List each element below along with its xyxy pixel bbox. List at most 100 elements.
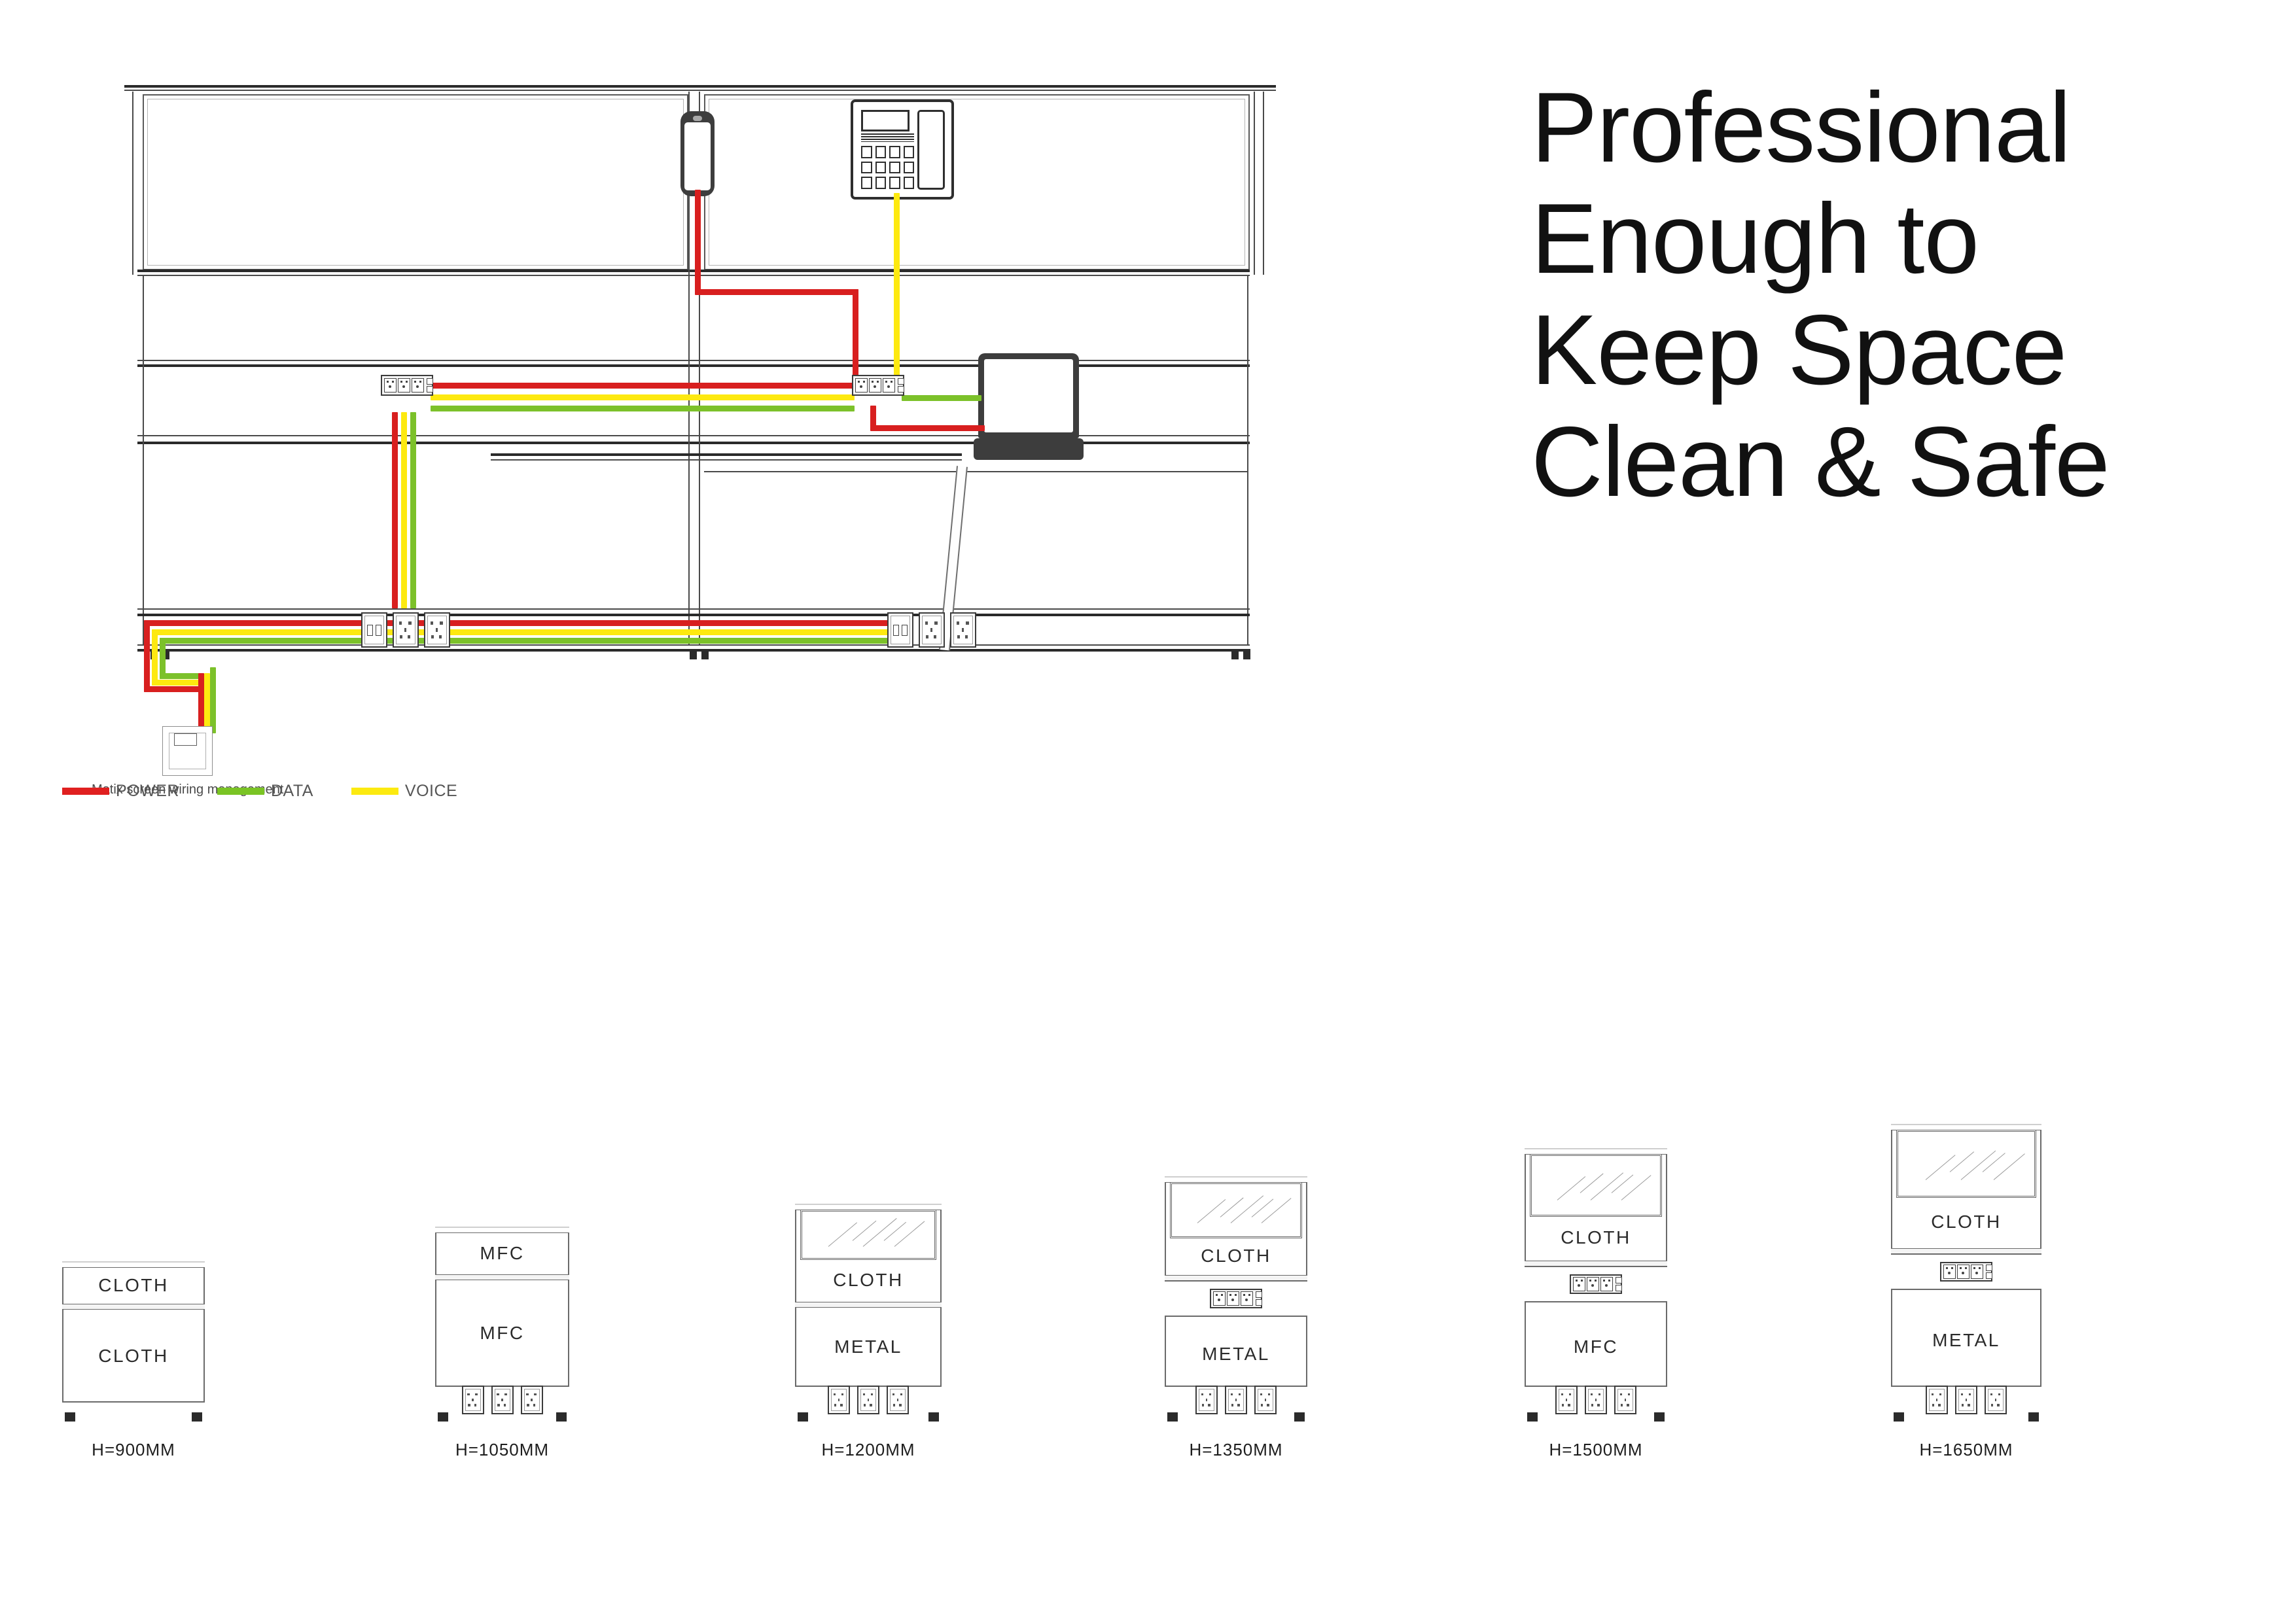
power-socket-icon[interactable] xyxy=(1587,1277,1599,1291)
glass-reflection-line xyxy=(1611,1174,1633,1193)
panel-base-power-outlet[interactable] xyxy=(461,1386,484,1414)
glass-reflection-line xyxy=(1557,1176,1586,1200)
power-socket-icon[interactable] xyxy=(855,378,868,393)
panel-top-band: CLOTH xyxy=(795,1258,942,1302)
panel-power-strip-module[interactable] xyxy=(1940,1262,1992,1282)
data-port-icon[interactable] xyxy=(898,378,904,385)
panel-base-power-outlet[interactable] xyxy=(491,1386,514,1414)
panel-base-power-outlet[interactable] xyxy=(1985,1386,2007,1414)
right-beltline-power-module[interactable] xyxy=(852,375,904,396)
key xyxy=(861,145,872,158)
right-base-data-outlet[interactable] xyxy=(887,612,913,648)
left-beltline-power-module[interactable] xyxy=(381,375,433,396)
panel-main-band: CLOTH xyxy=(62,1309,205,1403)
panel-main-band: MFC xyxy=(435,1280,569,1387)
panel-variant-1500: CLOTH MFC H=1500MM xyxy=(1525,1146,1667,1459)
data-port-icon[interactable] xyxy=(367,625,374,636)
data-port-icon[interactable] xyxy=(1986,1272,1992,1279)
cable-data-beltline xyxy=(431,406,855,411)
panel-foot-right xyxy=(1654,1412,1665,1422)
data-port-icon[interactable] xyxy=(1986,1265,1992,1271)
data-port-icon[interactable] xyxy=(901,625,908,636)
data-port-icon[interactable] xyxy=(427,386,433,393)
panel-base-rail xyxy=(795,1386,942,1414)
right-base-power-outlet-2[interactable] xyxy=(950,612,976,648)
cable-data-laptop xyxy=(902,395,981,401)
data-port-icon[interactable] xyxy=(375,625,381,636)
data-port-icon[interactable] xyxy=(427,378,433,385)
data-port-icon[interactable] xyxy=(898,386,904,393)
panel-variant-1650: CLOTH METAL H=1650MM xyxy=(1891,1122,2041,1459)
foot-center-2 xyxy=(701,649,709,659)
panel-top-material-label: CLOTH xyxy=(1931,1212,2002,1232)
power-socket-icon[interactable] xyxy=(398,378,410,393)
panel-base-power-outlet[interactable] xyxy=(1254,1386,1277,1414)
cable-voice-base xyxy=(152,629,910,635)
panel-variant-900: CLOTH CLOTH H=900MM xyxy=(62,1259,205,1459)
panel-base-power-outlet[interactable] xyxy=(828,1386,850,1414)
panel-base-power-outlet[interactable] xyxy=(520,1386,543,1414)
panel-height-label: H=1200MM xyxy=(821,1440,915,1459)
power-socket-icon[interactable] xyxy=(1600,1277,1613,1291)
power-socket-icon[interactable] xyxy=(1957,1265,1969,1279)
wall-outlet-insert xyxy=(173,733,198,746)
panel-foot-right xyxy=(928,1412,939,1422)
panel-power-strip-module[interactable] xyxy=(1210,1289,1262,1308)
left-base-data-outlet[interactable] xyxy=(361,612,387,648)
power-socket-icon[interactable] xyxy=(1241,1291,1253,1306)
matix-wall-outlet[interactable] xyxy=(162,726,213,776)
data-port-icon[interactable] xyxy=(1616,1285,1622,1291)
right-base-power-outlet-1[interactable] xyxy=(919,612,945,648)
power-socket-icon[interactable] xyxy=(1213,1291,1226,1306)
power-socket-icon[interactable] xyxy=(869,378,881,393)
panel-top-material-label: CLOTH xyxy=(1201,1245,1271,1266)
data-port-icon[interactable] xyxy=(1256,1291,1262,1298)
power-socket-icon[interactable] xyxy=(883,378,895,393)
panel-base-power-outlet[interactable] xyxy=(887,1386,909,1414)
power-socket-icon[interactable] xyxy=(384,378,397,393)
cable-power-wall-v2 xyxy=(198,673,204,733)
panel-base-power-outlet[interactable] xyxy=(1614,1386,1636,1414)
power-socket-icon[interactable] xyxy=(1943,1265,1956,1279)
power-socket-icon[interactable] xyxy=(1227,1291,1239,1306)
panel-top-material-label: CLOTH xyxy=(98,1275,169,1295)
panel-top-band: MFC xyxy=(435,1232,569,1274)
panel-base-power-outlet[interactable] xyxy=(1955,1386,1977,1414)
left-base-power-outlet-1[interactable] xyxy=(393,612,419,648)
power-socket-icon[interactable] xyxy=(412,378,424,393)
panel-base-power-outlet[interactable] xyxy=(857,1386,879,1414)
glass-bottom-rail-b xyxy=(137,275,1250,276)
panel-base-rail xyxy=(1891,1386,2041,1414)
glass-panel xyxy=(800,1210,936,1260)
cable-voice-beltline xyxy=(431,394,855,400)
data-port-icon[interactable] xyxy=(893,625,900,636)
panel-base-power-outlet[interactable] xyxy=(1555,1386,1578,1414)
panel-power-strip-module[interactable] xyxy=(1570,1274,1622,1294)
panel-base-power-outlet[interactable] xyxy=(1926,1386,1948,1414)
lower-rail-thick xyxy=(137,614,1250,616)
key xyxy=(875,145,886,158)
power-socket-icon[interactable] xyxy=(1971,1265,1983,1279)
data-port-icon[interactable] xyxy=(1616,1277,1622,1283)
left-upper-glass-panel xyxy=(143,94,688,270)
cable-data-base xyxy=(160,638,910,644)
glass-panel xyxy=(1530,1154,1662,1217)
left-end-cap xyxy=(132,92,133,275)
key xyxy=(889,177,900,190)
panel-base-power-outlet[interactable] xyxy=(1225,1386,1247,1414)
cable-power-phone-v1 xyxy=(695,190,701,294)
laptop-screen xyxy=(978,353,1080,439)
headline-line-4: Clean & Safe xyxy=(1531,406,2110,517)
cable-power-drop xyxy=(392,412,398,608)
cable-voice-wall-h xyxy=(152,680,204,686)
data-port-icon[interactable] xyxy=(1256,1299,1262,1306)
power-socket-icon[interactable] xyxy=(1573,1277,1585,1291)
panel-base-outlet-group xyxy=(828,1386,909,1414)
left-base-power-outlet-2[interactable] xyxy=(424,612,450,648)
panel-base-power-outlet[interactable] xyxy=(1585,1386,1607,1414)
panel-variant-1200: CLOTH METAL H=1200MM xyxy=(795,1202,942,1459)
panel-main-material-label: MFC xyxy=(1573,1336,1619,1357)
panel-base-power-outlet[interactable] xyxy=(1195,1386,1218,1414)
glass-reflection-line xyxy=(1621,1174,1651,1200)
panel-variant-1350: CLOTH METAL H=1350MM xyxy=(1165,1174,1307,1459)
